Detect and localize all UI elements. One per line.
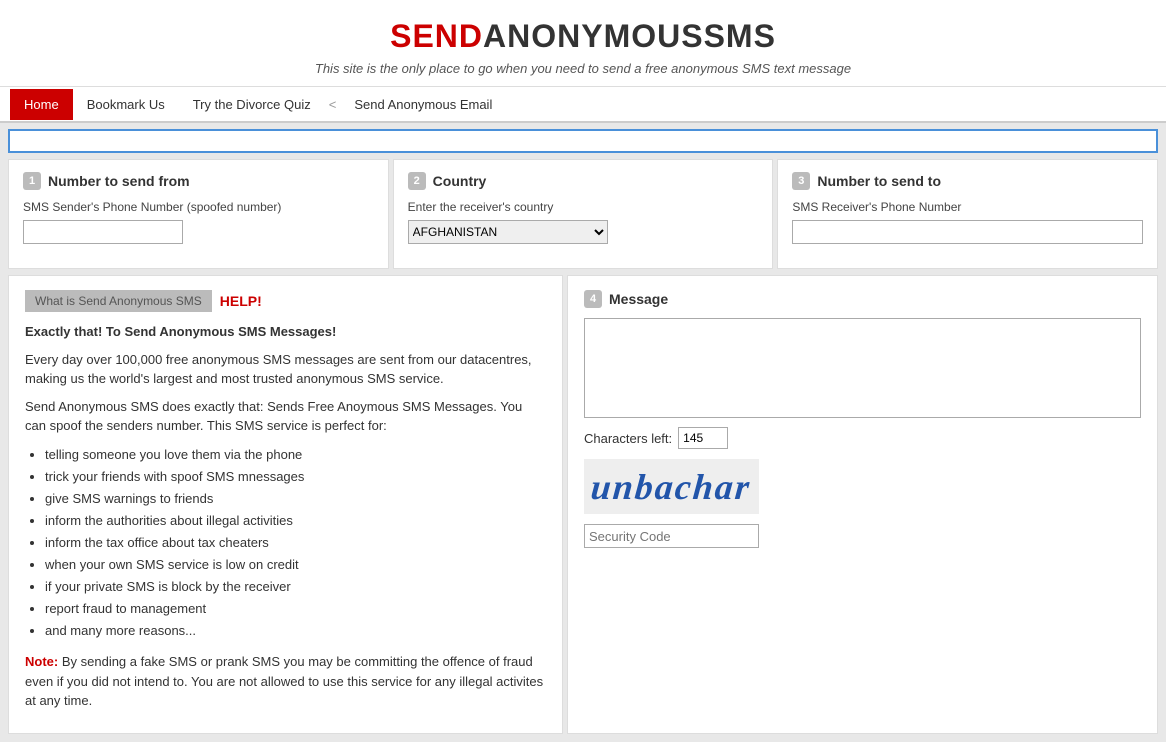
list-item: if your private SMS is block by the rece… <box>45 576 546 598</box>
note-label: Note: <box>25 654 58 669</box>
info-para-1: Exactly that! To Send Anonymous SMS Mess… <box>25 322 546 342</box>
step-1-header: 1 Number to send from <box>23 172 374 190</box>
nav-divorce-quiz[interactable]: Try the Divorce Quiz <box>179 89 325 120</box>
step-3-title: Number to send to <box>817 173 941 189</box>
list-item: give SMS warnings to friends <box>45 488 546 510</box>
list-item: and many more reasons... <box>45 620 546 642</box>
receiver-phone-input[interactable] <box>792 220 1143 244</box>
chars-count-input <box>678 427 728 449</box>
bottom-container: What is Send Anonymous SMS HELP! Exactly… <box>8 275 1158 734</box>
security-code-input[interactable] <box>584 524 759 548</box>
navigation: Home Bookmark Us Try the Divorce Quiz < … <box>0 87 1166 123</box>
list-item: report fraud to management <box>45 598 546 620</box>
captcha-image: unbachar <box>584 459 759 514</box>
list-item: telling someone you love them via the ph… <box>45 444 546 466</box>
step-1-title: Number to send from <box>48 173 190 189</box>
site-title: SENDANONYMOUSSMS <box>10 18 1156 55</box>
step-4-title: Message <box>609 291 668 307</box>
help-label: HELP! <box>220 293 262 309</box>
message-textarea[interactable] <box>584 318 1141 418</box>
info-panel: What is Send Anonymous SMS HELP! Exactly… <box>8 275 563 734</box>
header-subtitle: This site is the only place to go when y… <box>10 61 1156 76</box>
chars-counter-row: Characters left: <box>584 427 1141 449</box>
nav-home[interactable]: Home <box>10 89 73 120</box>
step-2-title: Country <box>433 173 487 189</box>
steps-container: 1 Number to send from SMS Sender's Phone… <box>8 159 1158 269</box>
nav-separator: < <box>325 97 341 112</box>
step-3-label: SMS Receiver's Phone Number <box>792 200 1143 214</box>
header: SENDANONYMOUSSMS This site is the only p… <box>0 0 1166 87</box>
nav-anonymous-email[interactable]: Send Anonymous Email <box>340 89 506 120</box>
nav-bookmark[interactable]: Bookmark Us <box>73 89 179 120</box>
title-send: SEND <box>390 18 483 54</box>
step-4-number: 4 <box>584 290 602 308</box>
sender-phone-input[interactable] <box>23 220 183 244</box>
step-3-header: 3 Number to send to <box>792 172 1143 190</box>
step-3-box: 3 Number to send to SMS Receiver's Phone… <box>777 159 1158 269</box>
step-2-label: Enter the receiver's country <box>408 200 759 214</box>
title-rest: ANONYMOUSSMS <box>483 18 776 54</box>
info-para-2: Every day over 100,000 free anonymous SM… <box>25 350 546 389</box>
step-2-number: 2 <box>408 172 426 190</box>
info-para-3: Send Anonymous SMS does exactly that: Se… <box>25 397 546 436</box>
what-is-button[interactable]: What is Send Anonymous SMS <box>25 290 212 312</box>
captcha-text: unbachar <box>590 466 754 508</box>
step-3-number: 3 <box>792 172 810 190</box>
list-item: when your own SMS service is low on cred… <box>45 554 546 576</box>
note-text: Note: By sending a fake SMS or prank SMS… <box>25 652 546 711</box>
message-panel: 4 Message Characters left: unbachar <box>567 275 1158 734</box>
note-content: By sending a fake SMS or prank SMS you m… <box>25 654 543 708</box>
step-2-box: 2 Country Enter the receiver's country A… <box>393 159 774 269</box>
list-item: inform the tax office about tax cheaters <box>45 532 546 554</box>
blue-banner-bar <box>8 129 1158 153</box>
list-item: inform the authorities about illegal act… <box>45 510 546 532</box>
step-2-header: 2 Country <box>408 172 759 190</box>
country-select[interactable]: AFGHANISTANALBANIAALGERIAANDORRAANGOLAAR… <box>408 220 608 244</box>
step-1-box: 1 Number to send from SMS Sender's Phone… <box>8 159 389 269</box>
chars-label: Characters left: <box>584 431 672 446</box>
list-item: trick your friends with spoof SMS mnessa… <box>45 466 546 488</box>
what-is-header: What is Send Anonymous SMS HELP! <box>25 290 546 312</box>
step-1-number: 1 <box>23 172 41 190</box>
message-header: 4 Message <box>584 290 1141 308</box>
use-cases-list: telling someone you love them via the ph… <box>45 444 546 643</box>
step-1-label: SMS Sender's Phone Number (spoofed numbe… <box>23 200 374 214</box>
